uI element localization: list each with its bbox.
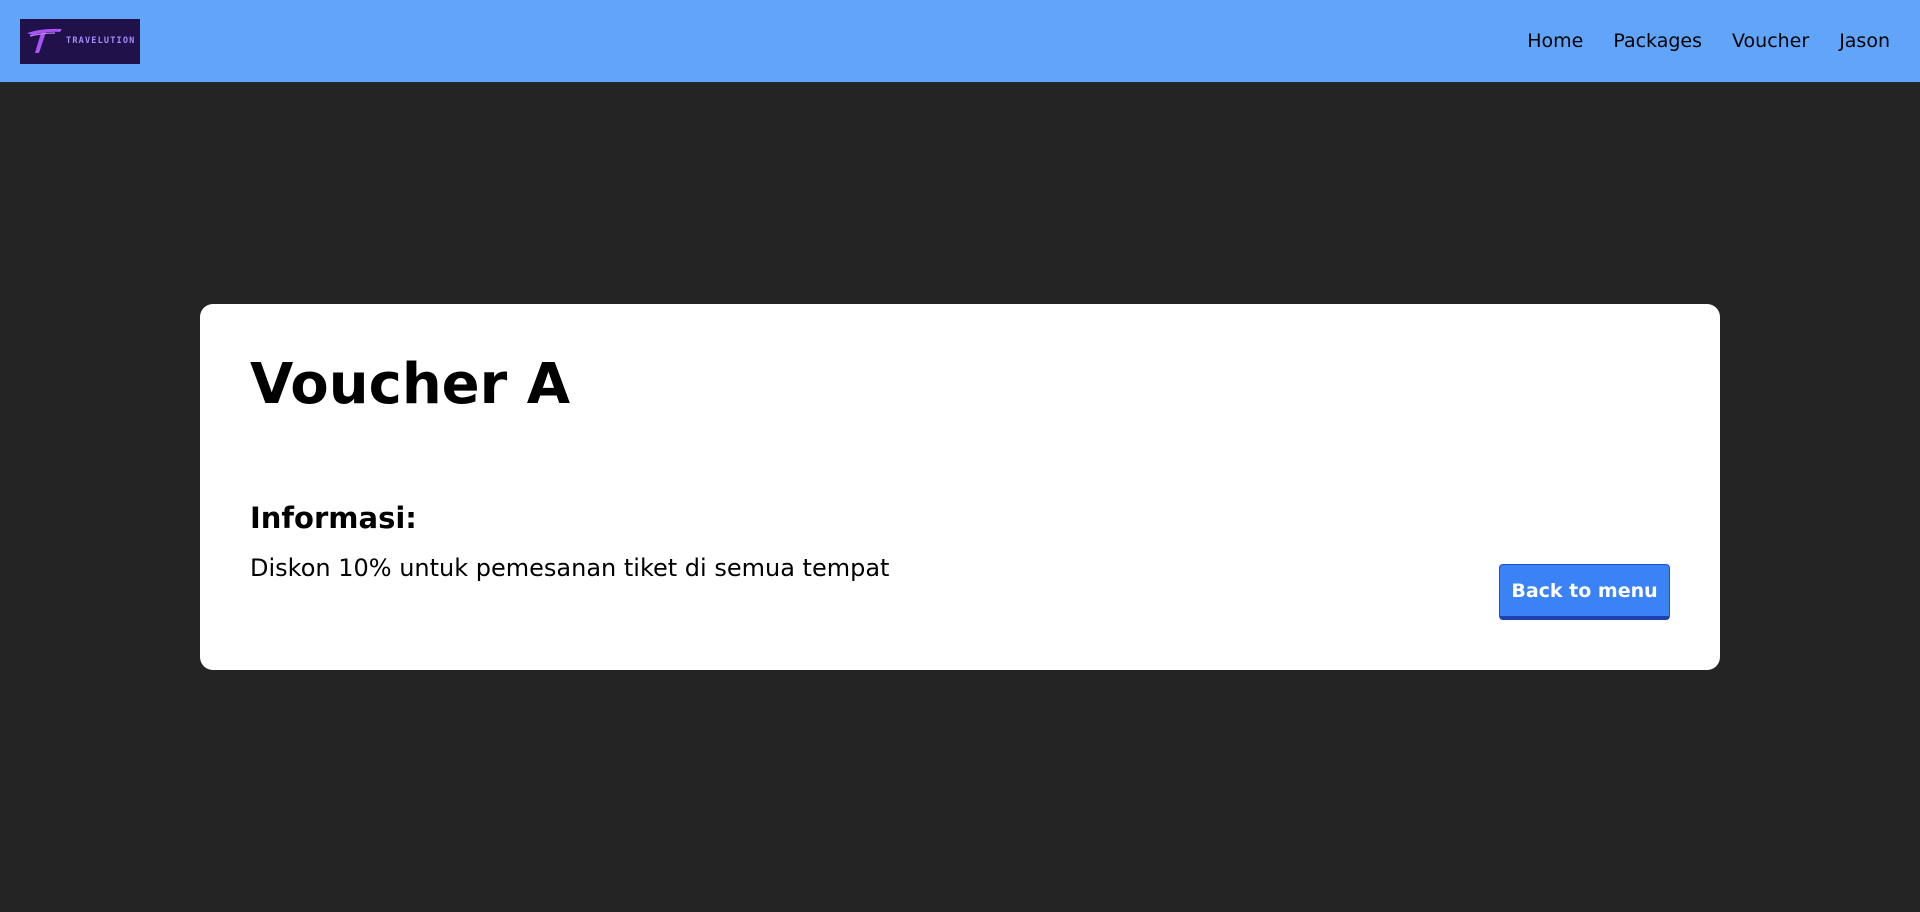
back-to-menu-button[interactable]: Back to menu: [1499, 564, 1670, 620]
stylized-t-icon: [27, 28, 62, 53]
nav-link-packages[interactable]: Packages: [1613, 30, 1702, 52]
voucher-card: Voucher A Informasi: Diskon 10% untuk pe…: [200, 304, 1720, 670]
brand-logo[interactable]: TRAVELUTION: [20, 19, 140, 64]
brand-logo-text: TRAVELUTION: [66, 36, 136, 46]
info-label: Informasi:: [250, 501, 417, 535]
navbar: TRAVELUTION Home Packages Voucher Jason: [0, 0, 1920, 83]
info-text: Diskon 10% untuk pemesanan tiket di semu…: [250, 554, 890, 582]
voucher-title: Voucher A: [250, 352, 571, 417]
nav-links: Home Packages Voucher Jason: [1527, 30, 1890, 52]
nav-link-home[interactable]: Home: [1527, 30, 1583, 52]
nav-link-user[interactable]: Jason: [1839, 30, 1890, 52]
nav-link-voucher[interactable]: Voucher: [1732, 30, 1809, 52]
